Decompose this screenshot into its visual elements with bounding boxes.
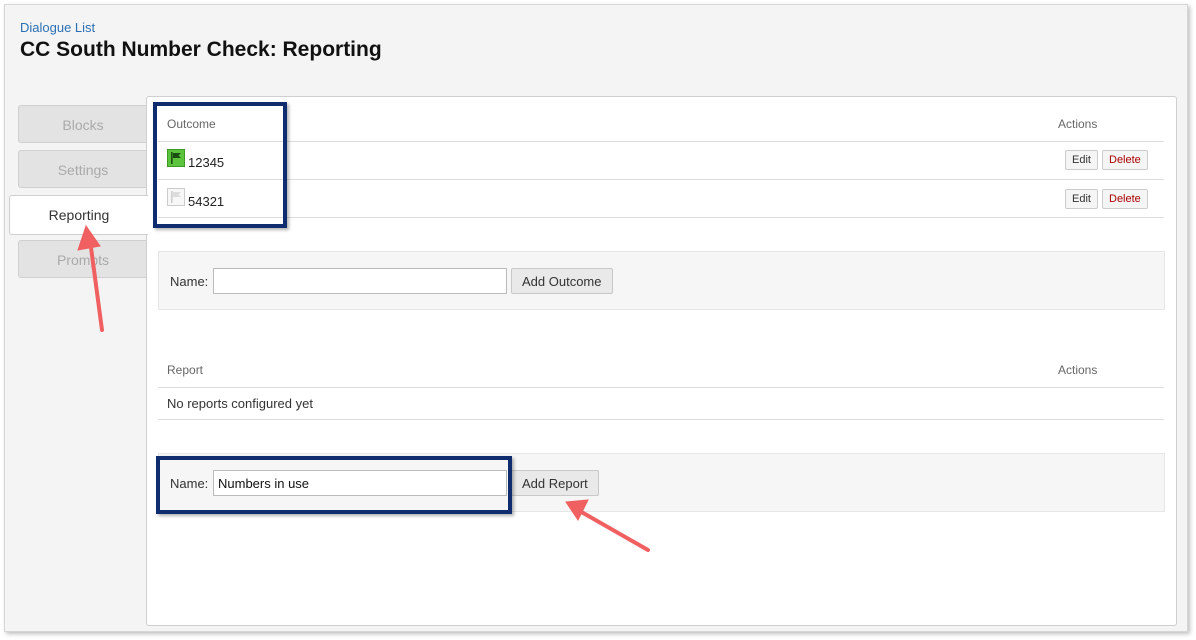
delete-outcome-button[interactable]: Delete <box>1102 150 1148 170</box>
divider <box>158 217 1164 218</box>
report-name-label: Name: <box>170 476 209 491</box>
divider <box>158 419 1164 420</box>
tab-prompts[interactable]: Prompts <box>18 240 148 278</box>
report-name-input[interactable] <box>213 470 507 496</box>
edit-outcome-button[interactable]: Edit <box>1065 189 1098 209</box>
breadcrumb-dialogue-list[interactable]: Dialogue List <box>20 20 95 35</box>
tab-settings[interactable]: Settings <box>18 150 148 188</box>
outcome-name: 12345 <box>188 155 225 170</box>
outcome-column-header: Outcome <box>167 117 216 131</box>
tab-reporting[interactable]: Reporting <box>9 195 148 235</box>
page-title: CC South Number Check: Reporting <box>20 38 382 61</box>
content-panel <box>146 96 1177 626</box>
add-report-button[interactable]: Add Report <box>511 470 599 496</box>
outcome-name-input[interactable] <box>213 268 507 294</box>
no-reports-message: No reports configured yet <box>167 396 313 411</box>
report-actions-header: Actions <box>1058 363 1098 377</box>
edit-outcome-button[interactable]: Edit <box>1065 150 1098 170</box>
divider <box>158 179 1164 180</box>
divider <box>158 141 1164 142</box>
flag-icon[interactable] <box>167 188 185 206</box>
outcome-actions-header: Actions <box>1058 117 1098 131</box>
add-outcome-button[interactable]: Add Outcome <box>511 268 613 294</box>
tab-blocks[interactable]: Blocks <box>18 105 148 143</box>
outcome-name: 54321 <box>188 194 225 209</box>
delete-outcome-button[interactable]: Delete <box>1102 189 1148 209</box>
divider <box>158 387 1164 388</box>
outcome-name-label: Name: <box>170 274 209 289</box>
report-column-header: Report <box>167 363 204 377</box>
flag-icon[interactable] <box>167 149 185 167</box>
